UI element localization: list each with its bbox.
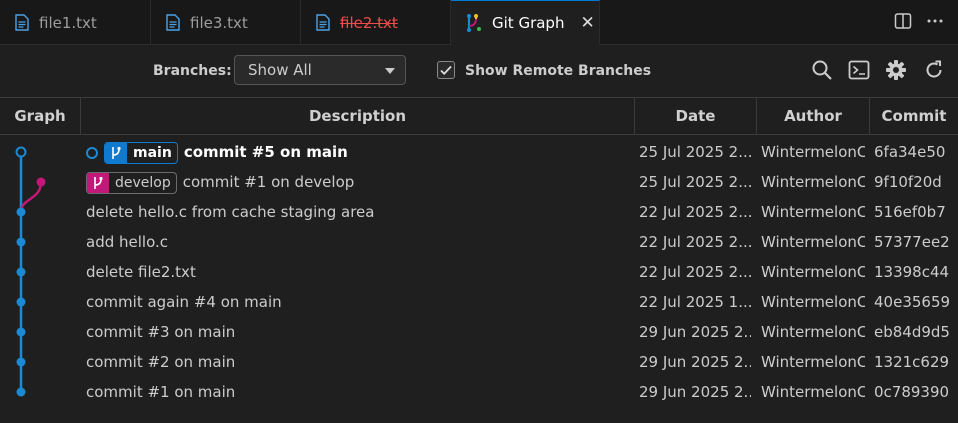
commit-hash: 516ef0b7 — [874, 203, 946, 221]
commit-message: commit #1 on develop — [182, 173, 355, 191]
tab-label: file3.txt — [190, 13, 248, 32]
tab-file3[interactable]: file3.txt — [151, 0, 301, 45]
commit-hash: eb84d9d5 — [874, 323, 950, 341]
tab-label: file1.txt — [39, 13, 97, 32]
settings-icon[interactable] — [885, 59, 907, 81]
commit-author: WintermelonC — [761, 353, 865, 371]
commit-hash: 6fa34e50 — [874, 143, 946, 161]
commit-author: WintermelonC — [761, 233, 865, 251]
commit-author: WintermelonC — [761, 203, 865, 221]
commit-author: WintermelonC — [761, 293, 865, 311]
header-graph[interactable]: Graph — [0, 98, 80, 134]
commit-hash: 0c789390 — [874, 383, 950, 401]
commit-author: WintermelonC — [761, 323, 865, 341]
header-author[interactable]: Author — [756, 98, 869, 134]
branches-value: Show All — [248, 61, 312, 79]
table-header: Graph Description Date Author Commit — [0, 97, 958, 135]
editor-tab-bar: file1.txt file3.txt file2.txt Git Graph … — [0, 0, 958, 45]
table-row[interactable]: main commit #5 on main 25 Jul 2025 2... W… — [0, 137, 958, 167]
commit-hash: 1321c629 — [874, 353, 950, 371]
commit-message: commit again #4 on main — [86, 293, 282, 311]
commit-hash: 9f10f20d — [874, 173, 942, 191]
branch-icon — [105, 142, 127, 163]
search-icon[interactable] — [811, 59, 833, 81]
git-graph-controls: Branches: Show All Show Remote Branches — [0, 45, 958, 97]
file-icon — [15, 14, 29, 31]
tab-git-graph[interactable]: Git Graph ✕ — [451, 0, 600, 45]
table-row[interactable]: delete file2.txt 22 Jul 2025 2... Winter… — [0, 257, 958, 287]
commit-author: WintermelonC — [761, 383, 865, 401]
header-date[interactable]: Date — [634, 98, 756, 134]
file-icon — [166, 14, 180, 31]
head-indicator-icon — [86, 146, 98, 159]
commit-date: 25 Jul 2025 2... — [639, 143, 751, 161]
table-row[interactable]: develop commit #1 on develop 25 Jul 2025 … — [0, 167, 958, 197]
git-graph-icon — [467, 14, 481, 32]
file-icon — [316, 14, 330, 31]
table-row[interactable]: delete hello.c from cache staging area 2… — [0, 197, 958, 227]
commit-date: 29 Jun 2025 2... — [639, 323, 751, 341]
show-remote-checkbox[interactable] — [437, 61, 455, 79]
more-icon[interactable] — [926, 12, 944, 30]
branches-label: Branches: — [153, 63, 232, 79]
table-row[interactable]: commit #1 on main 29 Jun 2025 2... Winte… — [0, 377, 958, 407]
table-row[interactable]: add hello.c 22 Jul 2025 2... Wintermelon… — [0, 227, 958, 257]
commit-hash: 40e35659 — [874, 293, 951, 311]
header-description[interactable]: Description — [80, 98, 634, 134]
commit-date: 22 Jul 2025 2... — [639, 203, 751, 221]
show-remote-label[interactable]: Show Remote Branches — [465, 63, 651, 79]
commit-date: 22 Jul 2025 2... — [639, 233, 751, 251]
table-row[interactable]: commit again #4 on main 22 Jul 2025 1...… — [0, 287, 958, 317]
tab-label: file2.txt — [340, 13, 398, 32]
commit-message: commit #2 on main — [86, 353, 236, 371]
commit-table: main commit #5 on main 25 Jul 2025 2... W… — [0, 135, 958, 423]
branch-badge-develop[interactable]: develop — [86, 171, 177, 194]
commit-author: WintermelonC — [761, 263, 865, 281]
tab-label: Git Graph — [492, 14, 565, 32]
commit-date: 22 Jul 2025 1... — [639, 293, 751, 311]
branch-name: develop — [115, 174, 171, 191]
commit-date: 22 Jul 2025 2... — [639, 263, 751, 281]
table-row[interactable]: commit #3 on main 29 Jun 2025 2... Winte… — [0, 317, 958, 347]
tab-file2-deleted[interactable]: file2.txt — [301, 0, 451, 45]
commit-message: commit #3 on main — [86, 323, 236, 341]
commit-date: 29 Jun 2025 2... — [639, 383, 751, 401]
branch-name: main — [133, 144, 172, 161]
tab-file1[interactable]: file1.txt — [0, 0, 151, 45]
commit-author: WintermelonC — [761, 143, 865, 161]
split-editor-icon[interactable] — [894, 12, 912, 30]
commit-message: add hello.c — [86, 233, 169, 251]
branch-badge-main[interactable]: main — [104, 141, 178, 164]
terminal-icon[interactable] — [848, 59, 870, 81]
commit-hash: 13398c44 — [874, 263, 950, 281]
chevron-down-icon — [385, 68, 395, 74]
commit-message: delete hello.c from cache staging area — [86, 203, 375, 221]
table-row[interactable]: commit #2 on main 29 Jun 2025 2... Winte… — [0, 347, 958, 377]
commit-author: WintermelonC — [761, 173, 865, 191]
commit-date: 25 Jul 2025 2... — [639, 173, 751, 191]
commit-message: commit #1 on main — [86, 383, 236, 401]
header-commit[interactable]: Commit — [869, 98, 958, 134]
checkmark-icon — [440, 65, 452, 75]
branch-icon — [87, 172, 109, 193]
close-icon[interactable]: ✕ — [580, 13, 594, 33]
commit-message: delete file2.txt — [86, 263, 196, 281]
refresh-icon[interactable] — [923, 59, 945, 81]
commit-message: commit #5 on main — [183, 143, 348, 161]
commit-date: 29 Jun 2025 2... — [639, 353, 751, 371]
branches-dropdown[interactable]: Show All — [234, 55, 406, 85]
commit-hash: 57377ee2 — [874, 233, 950, 251]
